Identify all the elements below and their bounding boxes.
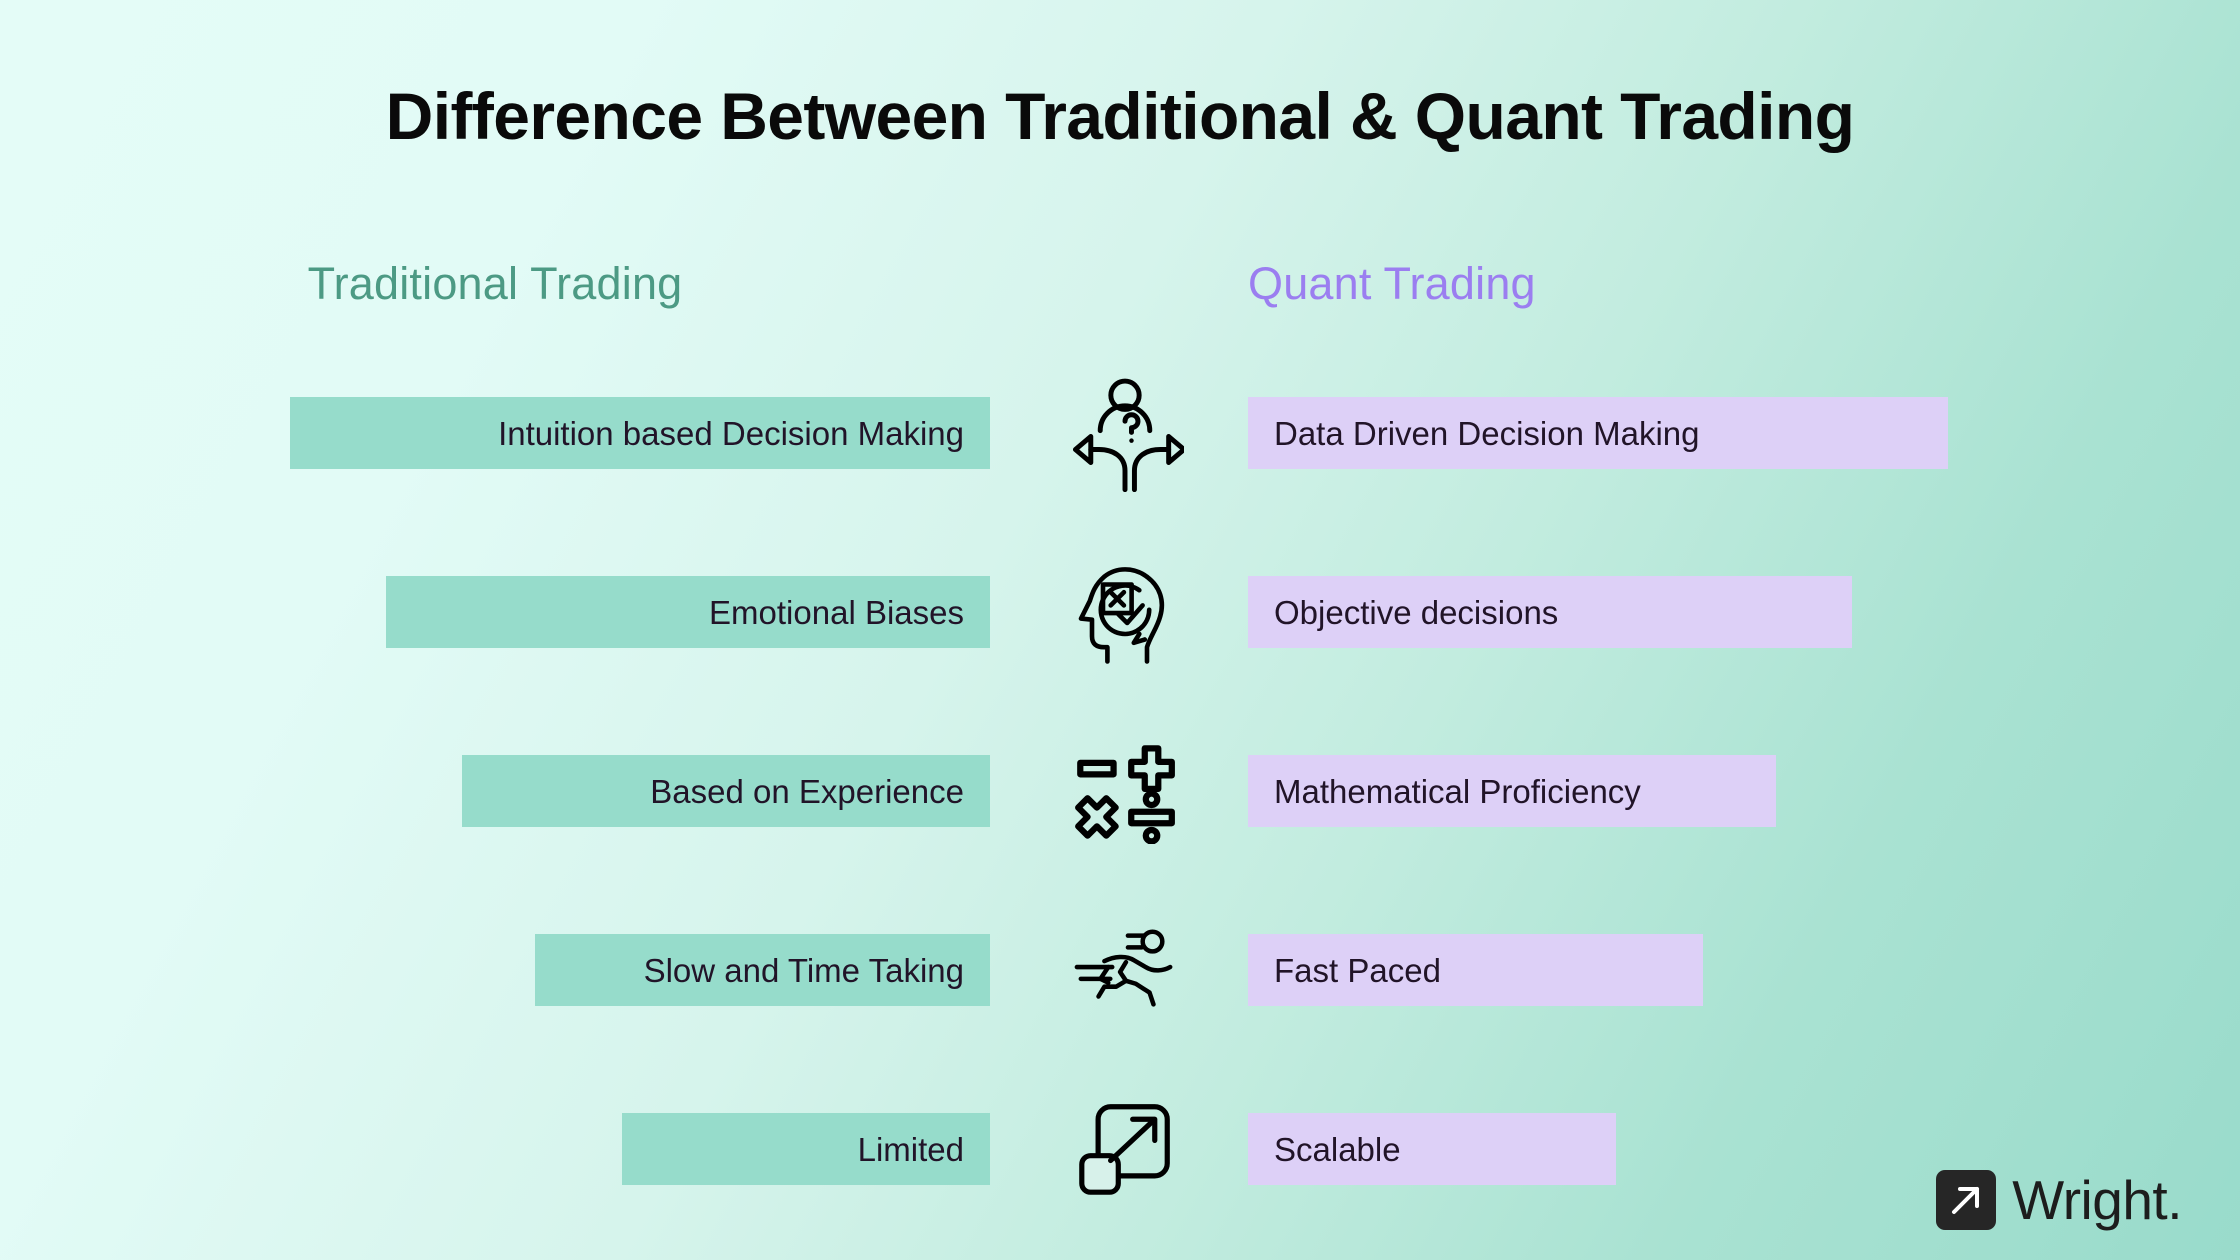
column-heading-traditional: Traditional Trading — [307, 258, 683, 309]
logo-text: Wright. — [2012, 1168, 2182, 1231]
traditional-bar-label: Slow and Time Taking — [643, 951, 964, 989]
comparison-row: Emotional Biases Objective decisions — [0, 567, 2240, 664]
quant-bar-label: Scalable — [1274, 1130, 1401, 1168]
quant-bar-label: Data Driven Decision Making — [1274, 414, 1700, 452]
decision-fork-icon — [1072, 378, 1184, 492]
running-person-icon — [1074, 929, 1173, 1007]
row-icon — [1040, 737, 1210, 847]
row-icon — [1040, 924, 1210, 1016]
comparison-row: Limited Scalable — [0, 1104, 2240, 1195]
column-heading-quant: Quant Trading — [1248, 258, 1536, 309]
traditional-bar-label: Based on Experience — [650, 772, 964, 810]
row-icon — [1040, 347, 1210, 519]
traditional-bar: Emotional Biases — [386, 576, 990, 648]
comparison-row: Intuition based Decision Making Data Dri… — [0, 378, 2240, 492]
infographic-canvas: Difference Between Traditional & Quant T… — [0, 0, 2240, 1260]
math-operators-icon — [1075, 745, 1175, 844]
arrow-up-right-icon — [1952, 1187, 1980, 1214]
traditional-bar-label: Emotional Biases — [709, 593, 964, 631]
quant-bar: Fast Paced — [1248, 934, 1703, 1006]
comparison-row: Slow and Time Taking Fast Paced — [0, 929, 2240, 1007]
traditional-bar: Limited — [622, 1113, 990, 1185]
quant-bar-label: Objective decisions — [1274, 593, 1559, 631]
row-icon — [1040, 1099, 1210, 1199]
comparison-row: Based on Experience Mathematical Profici… — [0, 745, 2240, 844]
row-icon — [1040, 552, 1210, 672]
traditional-bar-label: Limited — [857, 1130, 964, 1168]
scale-expand-icon — [1079, 1104, 1170, 1195]
wright-logo[interactable]: Wright. — [1936, 1170, 2182, 1230]
quant-bar-label: Fast Paced — [1274, 951, 1441, 989]
traditional-bar-label: Intuition based Decision Making — [498, 414, 964, 452]
page-title: Difference Between Traditional & Quant T… — [385, 79, 1855, 153]
head-bias-icon — [1078, 567, 1165, 664]
quant-bar: Mathematical Proficiency — [1248, 755, 1776, 827]
quant-bar: Scalable — [1248, 1113, 1616, 1185]
quant-bar: Data Driven Decision Making — [1248, 397, 1948, 469]
traditional-bar: Slow and Time Taking — [535, 934, 990, 1006]
quant-bar: Objective decisions — [1248, 576, 1852, 648]
logo-mark — [1936, 1170, 1997, 1230]
quant-bar-label: Mathematical Proficiency — [1274, 772, 1641, 810]
traditional-bar: Based on Experience — [462, 755, 990, 827]
traditional-bar: Intuition based Decision Making — [290, 397, 990, 469]
